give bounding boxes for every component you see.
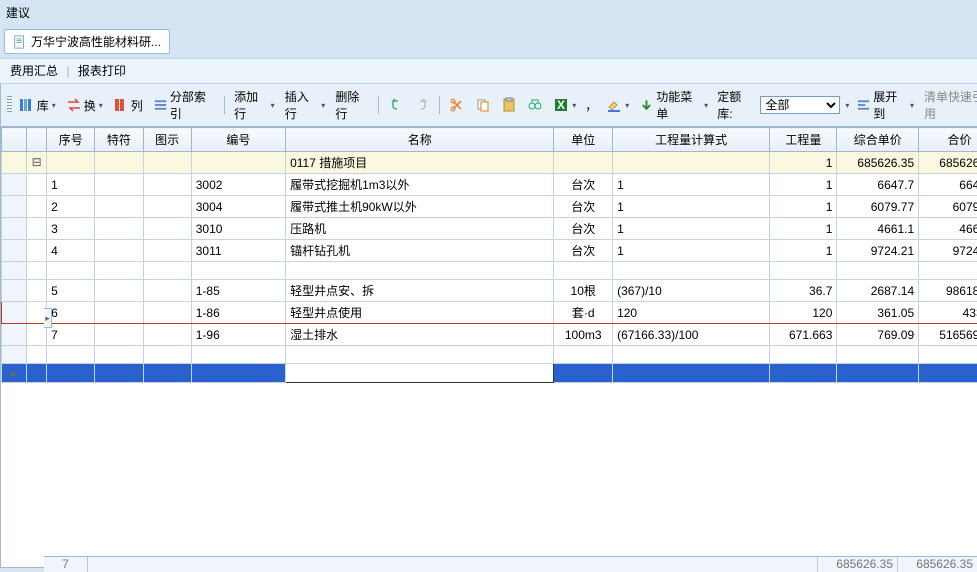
column-button[interactable]: 列 [110,96,146,115]
cell-editor[interactable] [290,366,549,380]
delete-row-button[interactable]: 删除行 [332,87,372,123]
section-name[interactable]: 0117 措施项目 [286,152,554,174]
row-gutter[interactable] [2,262,27,280]
menu-bar: 费用汇总 | 报表打印 [0,58,977,84]
row-gutter[interactable] [2,152,27,174]
svg-text:X: X [557,98,565,112]
right-area: 库▾ 换▾ 列 分部索引 添加行▾ 插入行▾ 删除行 [1,84,977,567]
comma-label: ， [583,97,599,114]
col-price[interactable]: 综合单价 [837,128,919,152]
index-button[interactable]: 分部索引 [150,87,218,123]
insert-row-button[interactable]: 插入行▾ [282,87,329,123]
table-row[interactable] [2,346,977,364]
arrow-down-icon [639,97,654,113]
status-total: 685626.35 [897,557,977,572]
row-gutter[interactable] [2,240,27,262]
expand-button[interactable]: 展开到▾ [853,87,917,123]
redo-button[interactable] [411,96,433,114]
file-tab-label: 万华宁波高性能材料研... [31,33,161,50]
row-gutter[interactable] [2,196,27,218]
document-icon [13,35,27,49]
col-spec[interactable]: 特符 [95,128,143,152]
table-row[interactable]: 51-85轻型井点安、拆10根(367)/1036.72687.1498618.… [2,280,977,302]
status-seq: 7 [44,557,88,572]
table-row[interactable]: 33010压路机台次114661.14661.1 [2,218,977,240]
find-button[interactable] [524,96,546,114]
header-row: 序号 特符 图示 编号 名称 单位 工程量计算式 工程量 综合单价 合价 [2,128,977,152]
excel-button[interactable]: X▾ [550,96,579,114]
row-gutter[interactable] [2,218,27,240]
col-seq[interactable]: 序号 [47,128,95,152]
undo-icon [388,97,404,113]
add-row-button[interactable]: 添加行▾ [231,87,278,123]
table-row[interactable]: 61-86轻型井点使用套·d120120361.0543326 [2,302,977,324]
col-unit[interactable]: 单位 [554,128,613,152]
title-bar: 建议 [0,0,977,25]
section-row[interactable]: ⊟0117 措施项目1685626.35685626.35 [2,152,977,174]
table-row[interactable] [2,262,977,280]
func-menu-button[interactable]: 功能菜单▾ [636,87,711,123]
quick-ref[interactable]: 清单快速引用 [921,88,977,122]
lib-button[interactable]: 库▾ [16,96,59,115]
paint-icon [606,97,622,113]
table-row[interactable]: 13002履带式挖掘机1m3以外台次116647.76647.7 [2,174,977,196]
grid-scroll[interactable]: 序号 特符 图示 编号 名称 单位 工程量计算式 工程量 综合单价 合价 ⊟ 01… [1,127,977,567]
col-qty[interactable]: 工程量 [770,128,837,152]
file-tab[interactable]: 万华宁波高性能材料研... [4,29,170,54]
table-row[interactable]: 71-96湿土排水100m3(67166.33)/100671.663769.0… [2,324,977,346]
row-gutter[interactable] [2,280,27,302]
copy-icon [475,97,491,113]
redo-icon [414,97,430,113]
window-title: 建议 [6,6,30,20]
col-name[interactable]: 名称 [286,128,554,152]
scissors-icon [449,97,465,113]
grid-wrapper: 序号 特符 图示 编号 名称 单位 工程量计算式 工程量 综合单价 合价 ⊟ 01… [1,127,977,567]
row-gutter[interactable] [2,324,27,346]
col-pic[interactable]: 图示 [143,128,191,152]
col-formula[interactable]: 工程量计算式 [613,128,770,152]
table-row[interactable]: ▸ [2,364,977,383]
file-tab-bar: 万华宁波高性能材料研... [4,29,973,54]
lib-label: 定额库: [715,88,756,122]
color-button[interactable]: ▾ [603,96,632,114]
columns-icon [113,97,129,113]
excel-icon: X [553,97,569,113]
menu-separator: | [65,64,70,78]
tree-toggle[interactable]: ⊟ [27,152,47,174]
table-row[interactable]: 23004履带式推土机90kW以外台次116079.776079.77 [2,196,977,218]
swap-icon [66,97,82,113]
lib-select[interactable]: 全部 [760,96,840,114]
swap-button[interactable]: 换▾ [63,96,106,115]
menu-fee-summary[interactable]: 费用汇总 [6,62,62,80]
paste-button[interactable] [498,96,520,114]
status-price: 685626.35 [817,557,897,572]
row-gutter[interactable] [2,346,27,364]
toolbar: 库▾ 换▾ 列 分部索引 添加行▾ 插入行▾ 删除行 [1,84,977,127]
active-edit-cell[interactable] [286,364,554,383]
row-gutter[interactable] [2,174,27,196]
cut-button[interactable] [446,96,468,114]
toolbar-grip[interactable] [7,96,12,114]
library-icon [19,97,35,113]
copy-button[interactable] [472,96,494,114]
paste-icon [501,97,517,113]
list-icon [153,97,168,113]
binoculars-icon [527,97,543,113]
expand-icon [856,97,871,113]
row-indicator[interactable]: ▸ [2,364,27,383]
col-total[interactable]: 合价 [919,128,977,152]
undo-button[interactable] [385,96,407,114]
main-area: 库▾ 换▾ 列 分部索引 添加行▾ 插入行▾ 删除行 [0,84,977,568]
data-grid: 序号 特符 图示 编号 名称 单位 工程量计算式 工程量 综合单价 合价 ⊟ 01… [1,127,977,383]
status-bar: 7 685626.35 685626.35 [44,556,977,572]
col-code[interactable]: 编号 [191,128,285,152]
table-row[interactable]: 43011锚杆钻孔机台次119724.219724.21 [2,240,977,262]
menu-report-print[interactable]: 报表打印 [74,62,130,80]
row-gutter[interactable] [2,302,27,324]
dropdown-icon: ▾ [52,101,56,110]
side-expand-handle[interactable]: ▸ [44,308,52,328]
